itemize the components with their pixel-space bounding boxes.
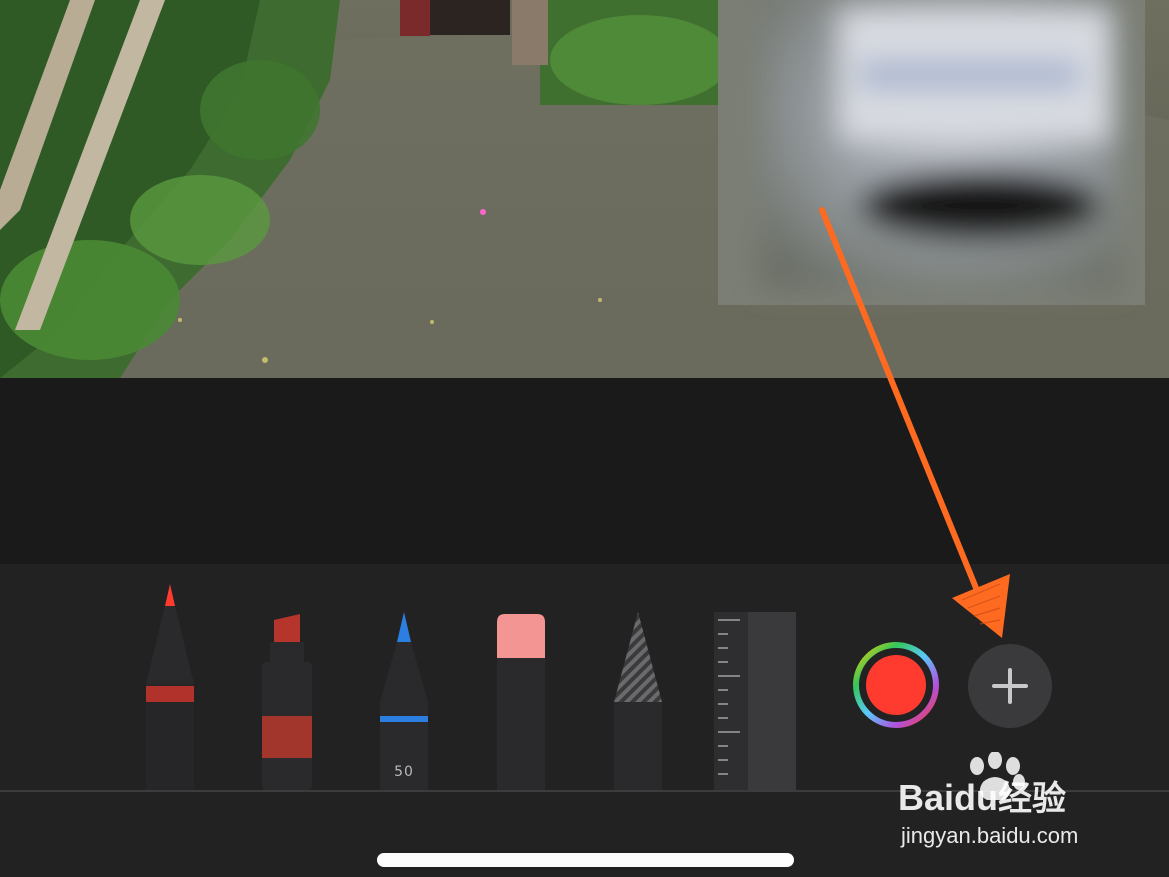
eraser-icon [497, 614, 545, 790]
watermark-url: jingyan.baidu.com [901, 823, 1079, 848]
marker-icon [262, 614, 312, 790]
add-button[interactable] [968, 644, 1052, 728]
marker-tool[interactable] [260, 612, 314, 790]
lasso-icon [614, 612, 662, 790]
eraser-tool[interactable] [495, 612, 547, 790]
pen-icon [146, 584, 194, 790]
color-picker-button[interactable] [853, 642, 939, 728]
plus-icon [992, 668, 1028, 704]
photo-canvas[interactable] [0, 0, 1169, 378]
baidu-watermark: Baidu经验 jingyan.baidu.com [895, 751, 1125, 852]
watermark-product: 经验 [998, 780, 1067, 818]
pen-tool[interactable] [144, 584, 196, 790]
ruler-tool[interactable] [714, 612, 796, 790]
watermark-brand: Baidu [898, 777, 999, 818]
home-indicator[interactable] [377, 853, 794, 867]
pencil-width-label: 50 [394, 764, 414, 780]
ruler-icon [714, 612, 796, 790]
garden-photo [0, 0, 1169, 378]
color-wheel-icon [853, 642, 939, 728]
lasso-tool[interactable] [612, 612, 664, 790]
canvas-empty-area [0, 378, 1169, 564]
